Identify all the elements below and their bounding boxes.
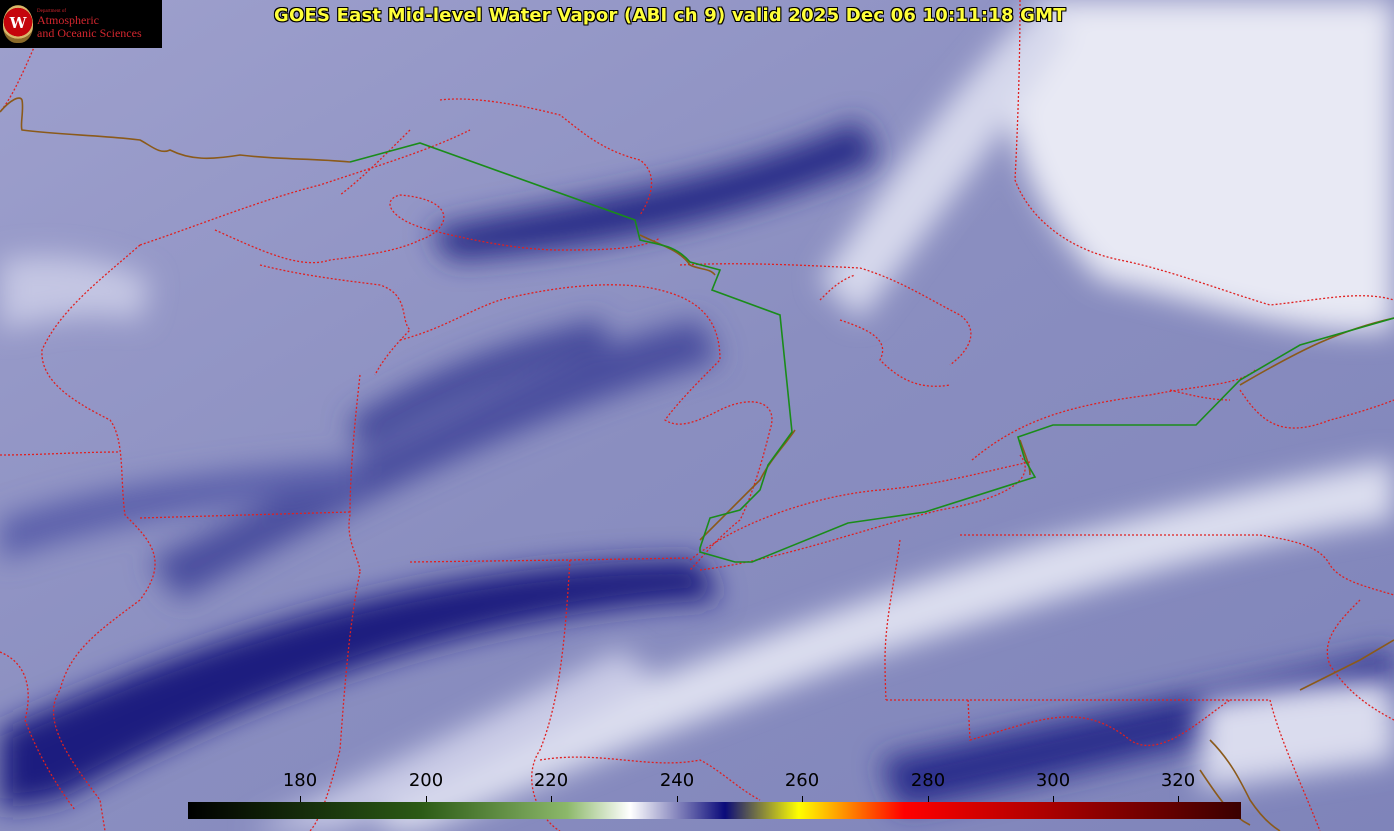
colorbar-tick-label: 320 bbox=[1160, 770, 1196, 791]
colorbar-tick-label: 280 bbox=[910, 770, 946, 791]
uw-seal-icon: W bbox=[3, 5, 33, 43]
logo-line-2: and Oceanic Sciences bbox=[37, 25, 142, 40]
colorbar-tick-label: 180 bbox=[282, 770, 318, 791]
water-vapor-satellite-map bbox=[0, 0, 1394, 831]
map-title: GOES East Mid-level Water Vapor (ABI ch … bbox=[274, 5, 1066, 26]
colorbar-tick-label: 200 bbox=[408, 770, 444, 791]
colorbar-tick-label: 300 bbox=[1035, 770, 1071, 791]
logo-text: Department of Atmospheric and Oceanic Sc… bbox=[37, 9, 142, 39]
logo-line-1: Atmospheric bbox=[37, 13, 99, 28]
seal-letter: W bbox=[9, 14, 27, 32]
colorbar-tick-label: 260 bbox=[784, 770, 820, 791]
colorbar-tick-label: 220 bbox=[533, 770, 569, 791]
colorbar-tick-label: 240 bbox=[659, 770, 695, 791]
colorbar bbox=[188, 802, 1241, 819]
aos-logo: W Department of Atmospheric and Oceanic … bbox=[0, 0, 162, 48]
